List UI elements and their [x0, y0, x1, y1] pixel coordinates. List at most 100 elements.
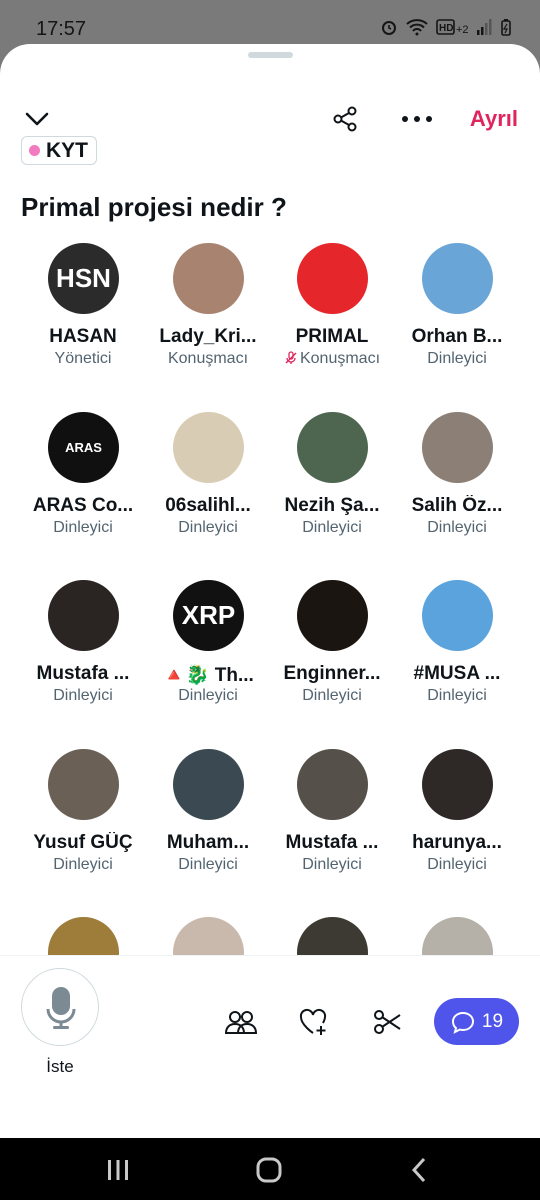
participant-role-label: Dinleyici — [427, 855, 487, 873]
avatar — [297, 243, 368, 314]
comments-button[interactable]: 19 — [434, 998, 519, 1045]
avatar — [173, 917, 244, 955]
participant[interactable]: ARAS ARAS Co... Dinleyici — [21, 411, 145, 572]
avatar — [48, 580, 119, 651]
participant-role: Dinleyici — [395, 687, 519, 705]
avatar — [422, 748, 493, 820]
participant-role: Dinleyici — [270, 856, 394, 874]
participant-role-label: Dinleyici — [302, 687, 362, 704]
avatar — [422, 243, 493, 314]
people-icon[interactable] — [224, 1006, 258, 1038]
clip-scissors-icon[interactable] — [370, 1006, 404, 1038]
signal-icon — [476, 18, 492, 40]
avatar — [297, 748, 368, 820]
participant[interactable] — [21, 917, 145, 955]
participant-name: #MUSA ... — [413, 663, 501, 684]
participant-role: Konuşmacı — [146, 350, 270, 368]
participant-role-label: Konuşmacı — [299, 350, 381, 367]
participant-role: Dinleyici — [395, 519, 519, 537]
svg-text:HD: HD — [439, 23, 453, 34]
wifi-icon — [406, 18, 428, 40]
avatar — [48, 748, 119, 820]
participant-role: Dinleyici — [21, 687, 145, 705]
participant-name: Salih Öz... — [411, 494, 503, 516]
collapse-chevron-icon[interactable] — [22, 104, 52, 134]
participant-role-label: Dinleyici — [178, 855, 238, 873]
alarm-icon — [380, 18, 398, 40]
participant[interactable]: Enginner... Dinleyici — [270, 580, 394, 740]
participant-role: Dinleyici — [146, 519, 270, 537]
participant-name: Lady_Kri... — [159, 326, 257, 347]
hd-icon: HD +2 — [436, 18, 469, 40]
leave-button[interactable]: Ayrıl — [470, 106, 518, 132]
participant[interactable]: Orhan B... Dinleyici — [395, 243, 519, 403]
system-nav-bar — [0, 1138, 540, 1200]
participant[interactable] — [395, 917, 519, 955]
request-mic-label: İste — [46, 1057, 74, 1076]
participant-role: Dinleyici — [395, 856, 519, 874]
participant[interactable]: Nezih Şa... Dinleyici — [270, 411, 394, 572]
avatar — [173, 748, 244, 820]
space-tag-label: KYT — [46, 138, 88, 162]
participant[interactable]: Mustafa ... Dinleyici — [21, 580, 145, 740]
participant[interactable]: HSN HASAN Yönetici — [21, 243, 145, 403]
participant-name: Enginner... — [283, 663, 381, 684]
muted-mic-icon — [285, 351, 297, 364]
participant-role-label: Dinleyici — [427, 518, 487, 536]
participant-name: Mustafa ... — [285, 831, 379, 853]
participant[interactable]: PRIMAL Konuşmacı — [270, 243, 394, 403]
participant-role-label: Dinleyici — [302, 855, 362, 873]
drag-handle[interactable] — [248, 52, 293, 58]
participant[interactable]: Salih Öz... Dinleyici — [395, 411, 519, 572]
live-dot-icon — [29, 145, 40, 156]
comment-bubble-icon — [451, 1011, 474, 1034]
recent-apps-icon[interactable] — [103, 1156, 133, 1184]
more-options-icon[interactable] — [400, 104, 434, 134]
space-title: Primal projesi nedir ? — [21, 192, 287, 222]
microphone-icon — [46, 987, 76, 1029]
avatar — [297, 917, 368, 955]
participant[interactable] — [146, 917, 270, 955]
participant-name: Mustafa ... — [36, 663, 130, 684]
avatar — [422, 580, 493, 651]
space-tag: KYT — [21, 136, 97, 165]
participant[interactable]: Muham... Dinleyici — [146, 748, 270, 909]
participant[interactable]: Lady_Kri... Konuşmacı — [146, 243, 270, 403]
avatar — [422, 917, 493, 955]
back-icon[interactable] — [405, 1156, 435, 1184]
participant-name: Nezih Şa... — [284, 494, 380, 516]
comment-count: 19 — [481, 1010, 504, 1032]
participant-role-label: Dinleyici — [53, 687, 113, 704]
participant[interactable]: #MUSA ... Dinleyici — [395, 580, 519, 740]
participant-role-label: Yönetici — [54, 350, 112, 367]
avatar: HSN — [48, 243, 119, 314]
participant-name: Yusuf GÜÇ — [33, 831, 133, 853]
avatar — [173, 243, 244, 314]
participant[interactable]: Yusuf GÜÇ Dinleyici — [21, 748, 145, 909]
share-icon[interactable] — [330, 104, 360, 134]
participant-role-label: Dinleyici — [178, 518, 238, 536]
participant-role: Dinleyici — [270, 687, 394, 705]
participant-role: Konuşmacı — [270, 350, 394, 368]
battery-icon — [500, 18, 512, 40]
participant-name: Orhan B... — [411, 326, 503, 347]
avatar — [173, 411, 244, 483]
participant[interactable]: harunya... Dinleyici — [395, 748, 519, 909]
participant[interactable]: Mustafa ... Dinleyici — [270, 748, 394, 909]
participant[interactable] — [270, 917, 394, 955]
space-sheet: Ayrıl KYT Primal projesi nedir ? HSN HASA… — [0, 44, 540, 1138]
participant-name: ARAS Co... — [32, 494, 134, 516]
request-mic-button[interactable] — [21, 968, 99, 1046]
participant-role-label: Dinleyici — [53, 518, 113, 536]
participant-name: PRIMAL — [295, 326, 369, 347]
participant-name: HASAN — [49, 326, 117, 347]
avatar: XRP — [173, 580, 244, 651]
participant[interactable]: XRP 🔺🐉 Th... Dinleyici — [146, 580, 270, 740]
participant-role-label: Dinleyici — [53, 855, 113, 873]
participant-role-label: Dinleyici — [427, 687, 487, 704]
add-reaction-heart-icon[interactable] — [297, 1006, 331, 1038]
home-icon[interactable] — [254, 1156, 284, 1184]
participant[interactable]: 06salihl... Dinleyici — [146, 411, 270, 572]
participant-grid: HSN HASAN Yönetici Lady_Kri... Konuşmacı PRIM… — [21, 243, 519, 955]
avatar: ARAS — [48, 411, 119, 483]
